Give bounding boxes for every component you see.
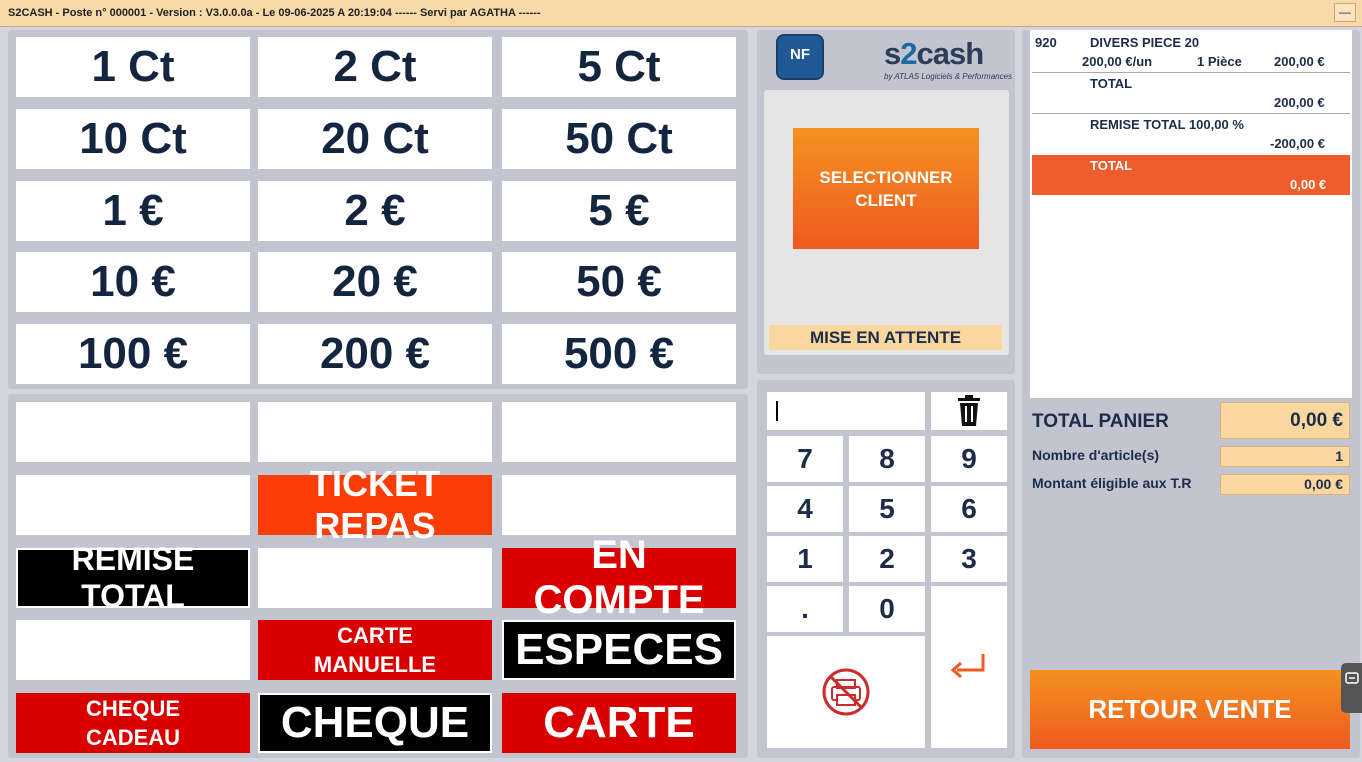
note-100eur-button[interactable]: 100 € bbox=[16, 324, 250, 384]
select-client-label-2: CLIENT bbox=[855, 190, 917, 210]
ticket-final-total-value: 0,00 € bbox=[1290, 177, 1327, 192]
side-handle[interactable] bbox=[1341, 663, 1362, 713]
coin-1ct-button[interactable]: 1 Ct bbox=[16, 37, 250, 97]
handle-icon bbox=[1345, 672, 1359, 684]
ticket-total-value: 200,00 € bbox=[1274, 95, 1325, 110]
ticket-item-qty: 1 Pièce bbox=[1197, 54, 1242, 69]
remise-total-button[interactable]: REMISE TOTAL bbox=[16, 541, 250, 614]
ticket-repas-button[interactable]: TICKET REPAS bbox=[258, 463, 492, 546]
payment-empty-slot bbox=[258, 402, 492, 462]
ticket-item-code: 920 bbox=[1035, 35, 1057, 50]
total-panier-value: 0,00 € bbox=[1220, 402, 1350, 439]
ticket-remise-label: REMISE TOTAL 100,00 % bbox=[1090, 117, 1244, 132]
payment-empty-slot bbox=[258, 548, 492, 608]
nf-logo: NF bbox=[776, 34, 824, 80]
note-500eur-button[interactable]: 500 € bbox=[502, 324, 736, 384]
payment-empty-slot bbox=[16, 402, 250, 462]
trash-button[interactable] bbox=[931, 392, 1007, 430]
no-print-button[interactable] bbox=[767, 636, 925, 748]
montant-tr-value: 0,00 € bbox=[1220, 474, 1350, 495]
carte-manuelle-label-1: CARTE bbox=[337, 623, 413, 648]
key-6[interactable]: 6 bbox=[931, 486, 1007, 532]
ticket-item-unit-price: 200,00 €/un bbox=[1082, 54, 1153, 69]
nb-articles-label: Nombre d'article(s) bbox=[1032, 447, 1160, 463]
select-client-label-1: SELECTIONNER bbox=[819, 167, 953, 187]
ticket-item-name: DIVERS PIECE 20 bbox=[1090, 35, 1200, 50]
logo-2: 2 bbox=[900, 36, 917, 71]
keypad-display[interactable] bbox=[767, 392, 925, 430]
key-2[interactable]: 2 bbox=[849, 536, 925, 582]
cheque-cadeau-label-1: CHEQUE bbox=[85, 696, 181, 721]
key-7[interactable]: 7 bbox=[767, 436, 843, 482]
window-title: S2CASH - Poste n° 000001 - Version : V3.… bbox=[8, 7, 541, 19]
s2cash-logo: s2cash bbox=[884, 36, 985, 72]
cheque-button[interactable]: CHEQUE bbox=[258, 693, 492, 753]
coin-50ct-button[interactable]: 50 Ct bbox=[502, 109, 736, 169]
note-20eur-button[interactable]: 20 € bbox=[258, 252, 492, 312]
minimize-button[interactable]: — bbox=[1334, 3, 1356, 22]
coin-2eur-button[interactable]: 2 € bbox=[258, 181, 492, 241]
key-decimal[interactable]: . bbox=[767, 586, 843, 632]
no-print-icon bbox=[822, 668, 870, 716]
note-10eur-button[interactable]: 10 € bbox=[16, 252, 250, 312]
ticket-final-total-label: TOTAL bbox=[1090, 158, 1133, 173]
logo-s: s bbox=[884, 36, 901, 71]
coin-1eur-button[interactable]: 1 € bbox=[16, 181, 250, 241]
especes-button[interactable]: ESPECES bbox=[502, 620, 736, 680]
payment-empty-slot bbox=[16, 620, 250, 680]
coin-20ct-button[interactable]: 20 Ct bbox=[258, 109, 492, 169]
coin-10ct-button[interactable]: 10 Ct bbox=[16, 109, 250, 169]
key-1[interactable]: 1 bbox=[767, 536, 843, 582]
select-client-button[interactable]: SELECTIONNER CLIENT bbox=[793, 128, 979, 249]
cheque-cadeau-label-2: CADEAU bbox=[85, 725, 181, 750]
key-5[interactable]: 5 bbox=[849, 486, 925, 532]
cheque-cadeau-button[interactable]: CHEQUE CADEAU bbox=[16, 693, 250, 753]
carte-button[interactable]: CARTE bbox=[502, 693, 736, 753]
note-5eur-button[interactable]: 5 € bbox=[502, 181, 736, 241]
ticket-separator bbox=[1032, 113, 1350, 114]
key-3[interactable]: 3 bbox=[931, 536, 1007, 582]
nb-articles-value: 1 bbox=[1220, 446, 1350, 467]
enter-button[interactable] bbox=[931, 586, 1007, 748]
payment-empty-slot bbox=[502, 475, 736, 535]
logo-cash: cash bbox=[916, 36, 985, 71]
title-bar: S2CASH - Poste n° 000001 - Version : V3.… bbox=[0, 0, 1362, 27]
coin-2ct-button[interactable]: 2 Ct bbox=[258, 37, 492, 97]
key-4[interactable]: 4 bbox=[767, 486, 843, 532]
ticket-separator bbox=[1032, 72, 1350, 73]
carte-manuelle-label-2: MANUELLE bbox=[313, 652, 437, 677]
en-compte-button[interactable]: EN COMPTE bbox=[502, 533, 736, 622]
key-9[interactable]: 9 bbox=[931, 436, 1007, 482]
ticket-remise-value: -200,00 € bbox=[1270, 136, 1325, 151]
trash-icon bbox=[958, 395, 980, 426]
retour-vente-button[interactable]: RETOUR VENTE bbox=[1030, 670, 1350, 749]
s2cash-tagline: by ATLAS Logiciels & Performances bbox=[884, 72, 1013, 81]
enter-arrow-icon bbox=[950, 654, 985, 679]
coin-5ct-button[interactable]: 5 Ct bbox=[502, 37, 736, 97]
nf-logo-text: NF bbox=[790, 46, 810, 63]
total-panier-label: TOTAL PANIER bbox=[1032, 411, 1169, 432]
mise-en-attente-button[interactable]: MISE EN ATTENTE bbox=[769, 325, 1002, 350]
note-50eur-button[interactable]: 50 € bbox=[502, 252, 736, 312]
carte-manuelle-button[interactable]: CARTE MANUELLE bbox=[258, 620, 492, 680]
montant-tr-label: Montant éligible aux T.R bbox=[1032, 475, 1192, 491]
text-cursor bbox=[776, 401, 778, 421]
ticket-total-label: TOTAL bbox=[1090, 76, 1133, 91]
key-0[interactable]: 0 bbox=[849, 586, 925, 632]
ticket-item-amount: 200,00 € bbox=[1274, 54, 1325, 69]
note-200eur-button[interactable]: 200 € bbox=[258, 324, 492, 384]
ticket-list bbox=[1030, 30, 1352, 398]
payment-empty-slot bbox=[502, 402, 736, 462]
key-8[interactable]: 8 bbox=[849, 436, 925, 482]
payment-empty-slot bbox=[16, 475, 250, 535]
